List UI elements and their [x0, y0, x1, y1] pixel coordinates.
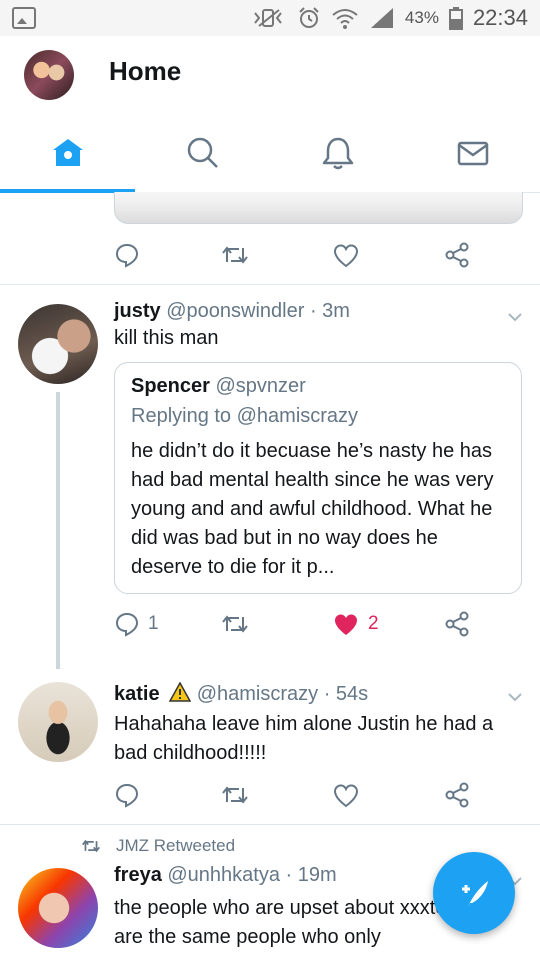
tab-bar	[0, 114, 540, 193]
thread-line	[56, 392, 60, 669]
timestamp: · 19m	[285, 864, 337, 886]
heart-icon	[334, 244, 358, 268]
reply-icon	[115, 783, 139, 808]
tweet-katie[interactable]: katie @hamiscrazy · 54s Hahahaha leave h…	[0, 670, 540, 825]
quoted-tweet[interactable]: Spencer @spvnzer Replying to @hamiscrazy…	[114, 362, 522, 594]
share-icon	[445, 611, 469, 637]
timestamp: · 3m	[309, 300, 350, 322]
reply-icon	[115, 612, 139, 637]
tweet-actions	[114, 240, 494, 270]
battery-percent: 43%	[404, 8, 439, 27]
reply-count: 1	[148, 613, 159, 634]
avatar[interactable]	[18, 868, 98, 948]
previous-tweet-card[interactable]	[114, 192, 523, 224]
reply-button[interactable]: 1	[114, 609, 159, 639]
tweet-actions	[114, 780, 494, 810]
tweet-text: kill this man	[114, 327, 219, 349]
like-button[interactable]	[332, 240, 360, 270]
search-icon	[187, 137, 218, 168]
bell-icon	[322, 137, 353, 170]
like-count: 2	[368, 613, 379, 634]
tweet-text: Hahahaha leave him alone Justin he had a…	[114, 713, 494, 764]
avatar[interactable]	[18, 682, 98, 762]
share-button[interactable]	[444, 609, 470, 639]
gallery-notification-icon	[12, 7, 36, 29]
handle[interactable]: @hamiscrazy	[197, 683, 318, 705]
page-title: Home	[109, 56, 182, 86]
reply-button[interactable]	[114, 240, 140, 270]
retweet-button[interactable]	[220, 240, 250, 270]
compose-feather-icon	[462, 881, 488, 907]
reply-icon	[115, 243, 139, 268]
share-icon	[445, 242, 469, 268]
reply-button[interactable]	[114, 780, 140, 810]
tab-messages[interactable]	[405, 114, 540, 192]
warning-icon	[169, 682, 192, 702]
quoted-text: he didn’t do it becuase he’s nasty he ha…	[131, 440, 494, 578]
heart-filled-icon	[335, 614, 357, 635]
retweet-icon	[222, 615, 248, 633]
quoted-handle: @spvnzer	[215, 375, 306, 397]
share-button[interactable]	[444, 240, 470, 270]
app-header: Home	[0, 36, 540, 114]
handle[interactable]: @unhhkatya	[167, 864, 280, 886]
timeline[interactable]: justy @poonswindler · 3m kill this man S…	[0, 192, 540, 960]
retweet-icon	[222, 246, 248, 264]
vibrate-mute-icon	[254, 9, 282, 27]
chevron-down-icon[interactable]	[508, 690, 522, 704]
display-name[interactable]: freya	[114, 864, 162, 886]
like-button[interactable]: 2	[332, 609, 379, 639]
tab-search[interactable]	[135, 114, 270, 192]
retweeted-by[interactable]: JMZ Retweeted	[80, 836, 235, 856]
heart-icon	[334, 784, 358, 808]
retweet-icon	[82, 839, 100, 853]
tweet-actions: 1 2	[114, 609, 494, 639]
timestamp: · 54s	[323, 683, 369, 705]
tab-home[interactable]	[0, 114, 135, 193]
home-icon	[52, 139, 83, 166]
replying-to-label: Replying to @hamiscrazy	[131, 405, 359, 427]
signal-icon	[370, 8, 393, 28]
quoted-display-name: Spencer	[131, 375, 210, 397]
retweet-button[interactable]	[220, 780, 250, 810]
profile-avatar[interactable]	[24, 50, 74, 100]
avatar[interactable]	[18, 304, 98, 384]
share-icon	[445, 782, 469, 808]
display-name[interactable]: katie	[114, 683, 160, 705]
retweet-icon	[222, 786, 248, 804]
chevron-down-icon[interactable]	[508, 310, 522, 324]
retweet-button[interactable]	[220, 609, 250, 639]
retweeted-label: JMZ Retweeted	[116, 836, 236, 855]
compose-tweet-button[interactable]	[433, 852, 515, 934]
tweet-justy[interactable]: justy @poonswindler · 3m kill this man S…	[0, 284, 540, 684]
tab-notifications[interactable]	[270, 114, 405, 192]
wifi-icon	[332, 9, 358, 29]
clock: 22:34	[472, 5, 528, 30]
display-name[interactable]: justy	[114, 300, 161, 322]
like-button[interactable]	[332, 780, 360, 810]
mail-icon	[457, 141, 488, 166]
status-bar: 43% 22:34	[0, 0, 540, 36]
handle[interactable]: @poonswindler	[166, 300, 304, 322]
share-button[interactable]	[444, 780, 470, 810]
alarm-icon	[299, 7, 319, 28]
battery-icon	[448, 7, 463, 30]
